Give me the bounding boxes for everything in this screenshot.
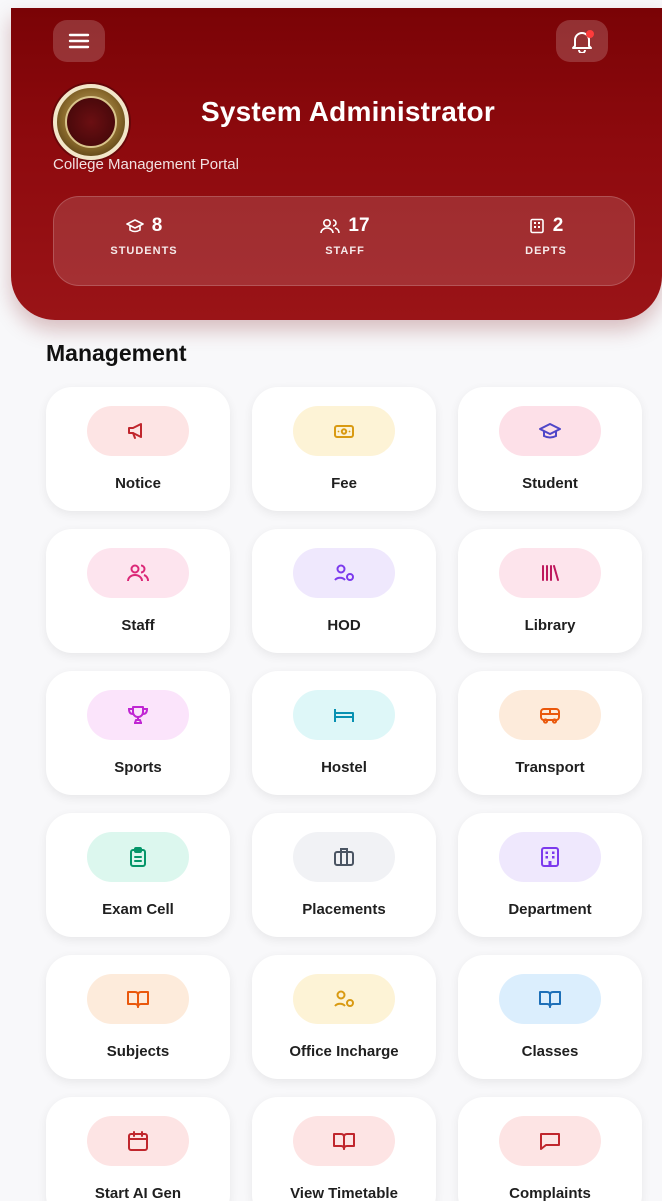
dashboard-header: System Administrator College Management … [11,8,662,320]
stat-value: 2 [552,215,564,236]
tile-icon-badge [293,548,395,598]
menu-button[interactable] [53,20,105,62]
tile-view-timetable[interactable]: View Timetable [252,1097,436,1201]
user-cog-icon [332,987,356,1011]
tile-label: Start AI Gen [94,1185,182,1201]
tile-exam-cell[interactable]: Exam Cell [46,813,230,937]
library-icon [538,561,562,585]
stat-label: STUDENTS [110,245,178,257]
tile-fee[interactable]: Fee [252,387,436,511]
tile-placements[interactable]: Placements [252,813,436,937]
stat-label: STAFF [325,245,365,257]
building-icon [538,845,562,869]
message-square-icon [538,1129,562,1153]
tile-label: Complaints [509,1185,591,1201]
trophy-icon [126,703,150,727]
bell-icon [569,29,595,53]
tile-label: Student [522,475,578,492]
calendar-icon [126,1129,150,1153]
tile-sports[interactable]: Sports [46,671,230,795]
tile-label: HOD [327,617,361,634]
graduation-cap-icon [125,219,144,233]
portal-name: College Management Portal [53,156,239,173]
graduation-cap-icon [538,419,562,443]
tile-subjects[interactable]: Subjects [46,955,230,1079]
building-icon [529,218,545,234]
tile-staff[interactable]: Staff [46,529,230,653]
admin-dashboard: System Administrator College Management … [0,0,662,1201]
users-icon [126,561,150,585]
stat-label: DEPTS [525,245,567,257]
tile-icon-badge [87,832,189,882]
tile-complaints[interactable]: Complaints [458,1097,642,1201]
menu-icon [68,32,90,50]
tile-icon-badge [87,1116,189,1166]
tile-notice[interactable]: Notice [46,387,230,511]
college-logo [53,84,129,160]
tile-icon-badge [293,690,395,740]
tile-icon-badge [293,974,395,1024]
user-cog-icon [332,561,356,585]
tile-department[interactable]: Department [458,813,642,937]
tile-icon-badge [87,548,189,598]
tile-icon-badge [499,832,601,882]
megaphone-icon [126,419,150,443]
tile-label: Exam Cell [102,901,174,918]
tile-icon-badge [499,974,601,1024]
tile-label: Hostel [321,759,367,776]
users-icon [320,218,341,234]
tile-library[interactable]: Library [458,529,642,653]
briefcase-icon [332,845,356,869]
bed-icon [332,703,356,727]
book-open-icon [538,987,562,1011]
tile-hostel[interactable]: Hostel [252,671,436,795]
tile-label: Placements [302,901,386,918]
tile-student[interactable]: Student [458,387,642,511]
notifications-button[interactable] [556,20,608,62]
tile-icon-badge [499,548,601,598]
tile-icon-badge [87,974,189,1024]
tile-start-ai-gen[interactable]: Start AI Gen [46,1097,230,1201]
tile-hod[interactable]: HOD [252,529,436,653]
book-open-icon [126,987,150,1011]
tile-icon-badge [499,406,601,456]
tile-label: Transport [515,759,585,776]
tile-label: Classes [521,1043,579,1060]
tile-icon-badge [87,690,189,740]
stat-students: 8 STUDENTS [54,215,234,257]
stat-value: 8 [151,215,163,236]
tile-transport[interactable]: Transport [458,671,642,795]
tile-icon-badge [293,406,395,456]
stats-panel: 8 STUDENTS 17 STAFF 2 DEPTS [53,196,635,286]
bus-icon [538,703,562,727]
tile-label: Department [508,901,592,918]
stat-staff: 17 STAFF [255,215,435,257]
tile-label: View Timetable [290,1185,398,1201]
tile-office-incharge[interactable]: Office Incharge [252,955,436,1079]
stat-value: 17 [348,215,370,236]
tile-label: Subjects [106,1043,170,1060]
tile-classes[interactable]: Classes [458,955,642,1079]
tile-label: Notice [115,475,161,492]
book-open-icon [332,1129,356,1153]
tile-label: Sports [114,759,162,776]
tile-label: Library [524,617,576,634]
tile-icon-badge [499,690,601,740]
tile-icon-badge [87,406,189,456]
section-title: Management [46,340,187,366]
tile-icon-badge [499,1116,601,1166]
tile-label: Staff [121,617,155,634]
tile-icon-badge [293,1116,395,1166]
banknote-icon [332,419,356,443]
tile-label: Office Incharge [289,1043,399,1060]
tile-icon-badge [293,832,395,882]
tile-label: Fee [331,475,357,492]
stat-depts: 2 DEPTS [456,215,636,257]
clipboard-icon [126,845,150,869]
admin-name: System Administrator [201,96,495,127]
